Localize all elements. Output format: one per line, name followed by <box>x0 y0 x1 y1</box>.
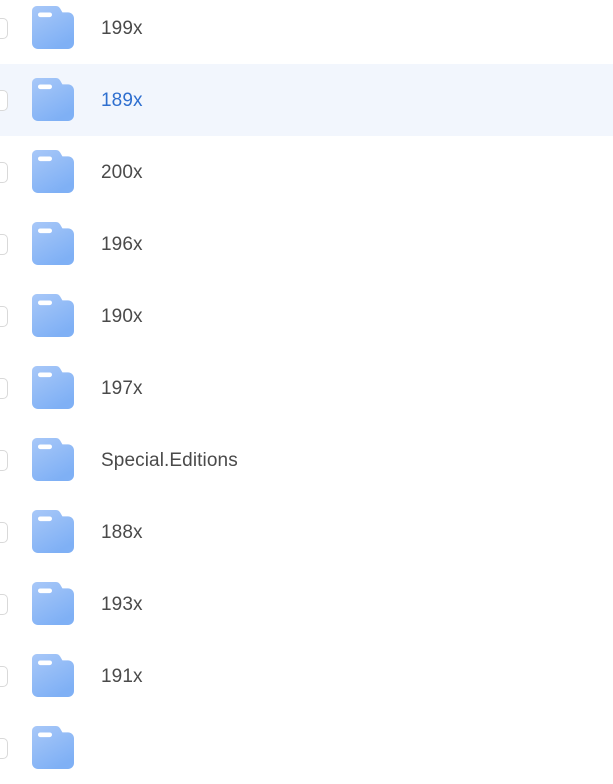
file-name-cell[interactable]: Special.Editions <box>85 451 613 470</box>
row-checkbox[interactable] <box>0 377 8 399</box>
folder-icon-cell <box>17 221 85 267</box>
folder-icon <box>28 77 76 123</box>
file-row[interactable]: 190x <box>0 280 613 352</box>
file-row[interactable]: 188x <box>0 496 613 568</box>
file-name-label: Special.Editions <box>101 450 238 470</box>
file-name-label: 188x <box>101 522 143 542</box>
checkbox-cell <box>0 593 17 615</box>
file-row[interactable]: Special.Editions <box>0 424 613 496</box>
folder-icon <box>28 437 76 483</box>
file-name-cell[interactable]: 188x <box>85 523 613 542</box>
checkbox-cell <box>0 665 17 687</box>
row-checkbox[interactable] <box>0 521 8 543</box>
row-checkbox[interactable] <box>0 593 8 615</box>
file-name-cell[interactable]: 189x <box>85 91 613 110</box>
row-checkbox[interactable] <box>0 665 8 687</box>
folder-icon-cell <box>17 77 85 123</box>
file-name-cell[interactable]: 200x <box>85 163 613 182</box>
folder-icon-cell <box>17 149 85 195</box>
folder-icon <box>28 5 76 51</box>
file-row[interactable]: 191x <box>0 640 613 712</box>
file-name-cell[interactable]: 191x <box>85 667 613 686</box>
folder-icon-cell <box>17 365 85 411</box>
file-row[interactable]: 199x <box>0 0 613 64</box>
folder-icon <box>28 653 76 699</box>
checkbox-cell <box>0 521 17 543</box>
checkbox-cell <box>0 737 17 759</box>
folder-icon-cell <box>17 581 85 627</box>
row-checkbox[interactable] <box>0 737 8 759</box>
checkbox-cell <box>0 233 17 255</box>
folder-icon-cell <box>17 293 85 339</box>
file-name-cell[interactable]: 197x <box>85 379 613 398</box>
folder-icon-cell <box>17 725 85 771</box>
folder-icon-cell <box>17 653 85 699</box>
file-row[interactable] <box>0 712 613 784</box>
file-row[interactable]: 193x <box>0 568 613 640</box>
checkbox-cell <box>0 449 17 471</box>
checkbox-cell <box>0 17 17 39</box>
folder-icon <box>28 293 76 339</box>
folder-icon <box>28 581 76 627</box>
folder-icon-cell <box>17 5 85 51</box>
row-checkbox[interactable] <box>0 449 8 471</box>
checkbox-cell <box>0 89 17 111</box>
file-name-label: 200x <box>101 162 143 182</box>
file-name-cell[interactable]: 199x <box>85 19 613 38</box>
file-row[interactable]: 189x <box>0 64 613 136</box>
file-list: 199x 189x 200x 196x 190x 197x Special.Ed… <box>0 0 613 784</box>
folder-icon-cell <box>17 509 85 555</box>
file-row[interactable]: 196x <box>0 208 613 280</box>
file-name-label: 196x <box>101 234 143 254</box>
folder-icon-cell <box>17 437 85 483</box>
folder-icon <box>28 365 76 411</box>
file-name-label: 189x <box>101 90 143 110</box>
folder-icon <box>28 725 76 771</box>
row-checkbox[interactable] <box>0 233 8 255</box>
row-checkbox[interactable] <box>0 305 8 327</box>
file-name-cell[interactable]: 193x <box>85 595 613 614</box>
row-checkbox[interactable] <box>0 17 8 39</box>
row-checkbox[interactable] <box>0 89 8 111</box>
file-name-cell[interactable]: 196x <box>85 235 613 254</box>
folder-icon <box>28 149 76 195</box>
folder-icon <box>28 221 76 267</box>
checkbox-cell <box>0 305 17 327</box>
file-name-label: 190x <box>101 306 143 326</box>
file-name-label: 193x <box>101 594 143 614</box>
file-name-label: 199x <box>101 18 143 38</box>
row-checkbox[interactable] <box>0 161 8 183</box>
checkbox-cell <box>0 161 17 183</box>
file-row[interactable]: 200x <box>0 136 613 208</box>
file-name-label: 191x <box>101 666 143 686</box>
checkbox-cell <box>0 377 17 399</box>
folder-icon <box>28 509 76 555</box>
file-name-label: 197x <box>101 378 143 398</box>
file-name-cell[interactable]: 190x <box>85 307 613 326</box>
file-row[interactable]: 197x <box>0 352 613 424</box>
